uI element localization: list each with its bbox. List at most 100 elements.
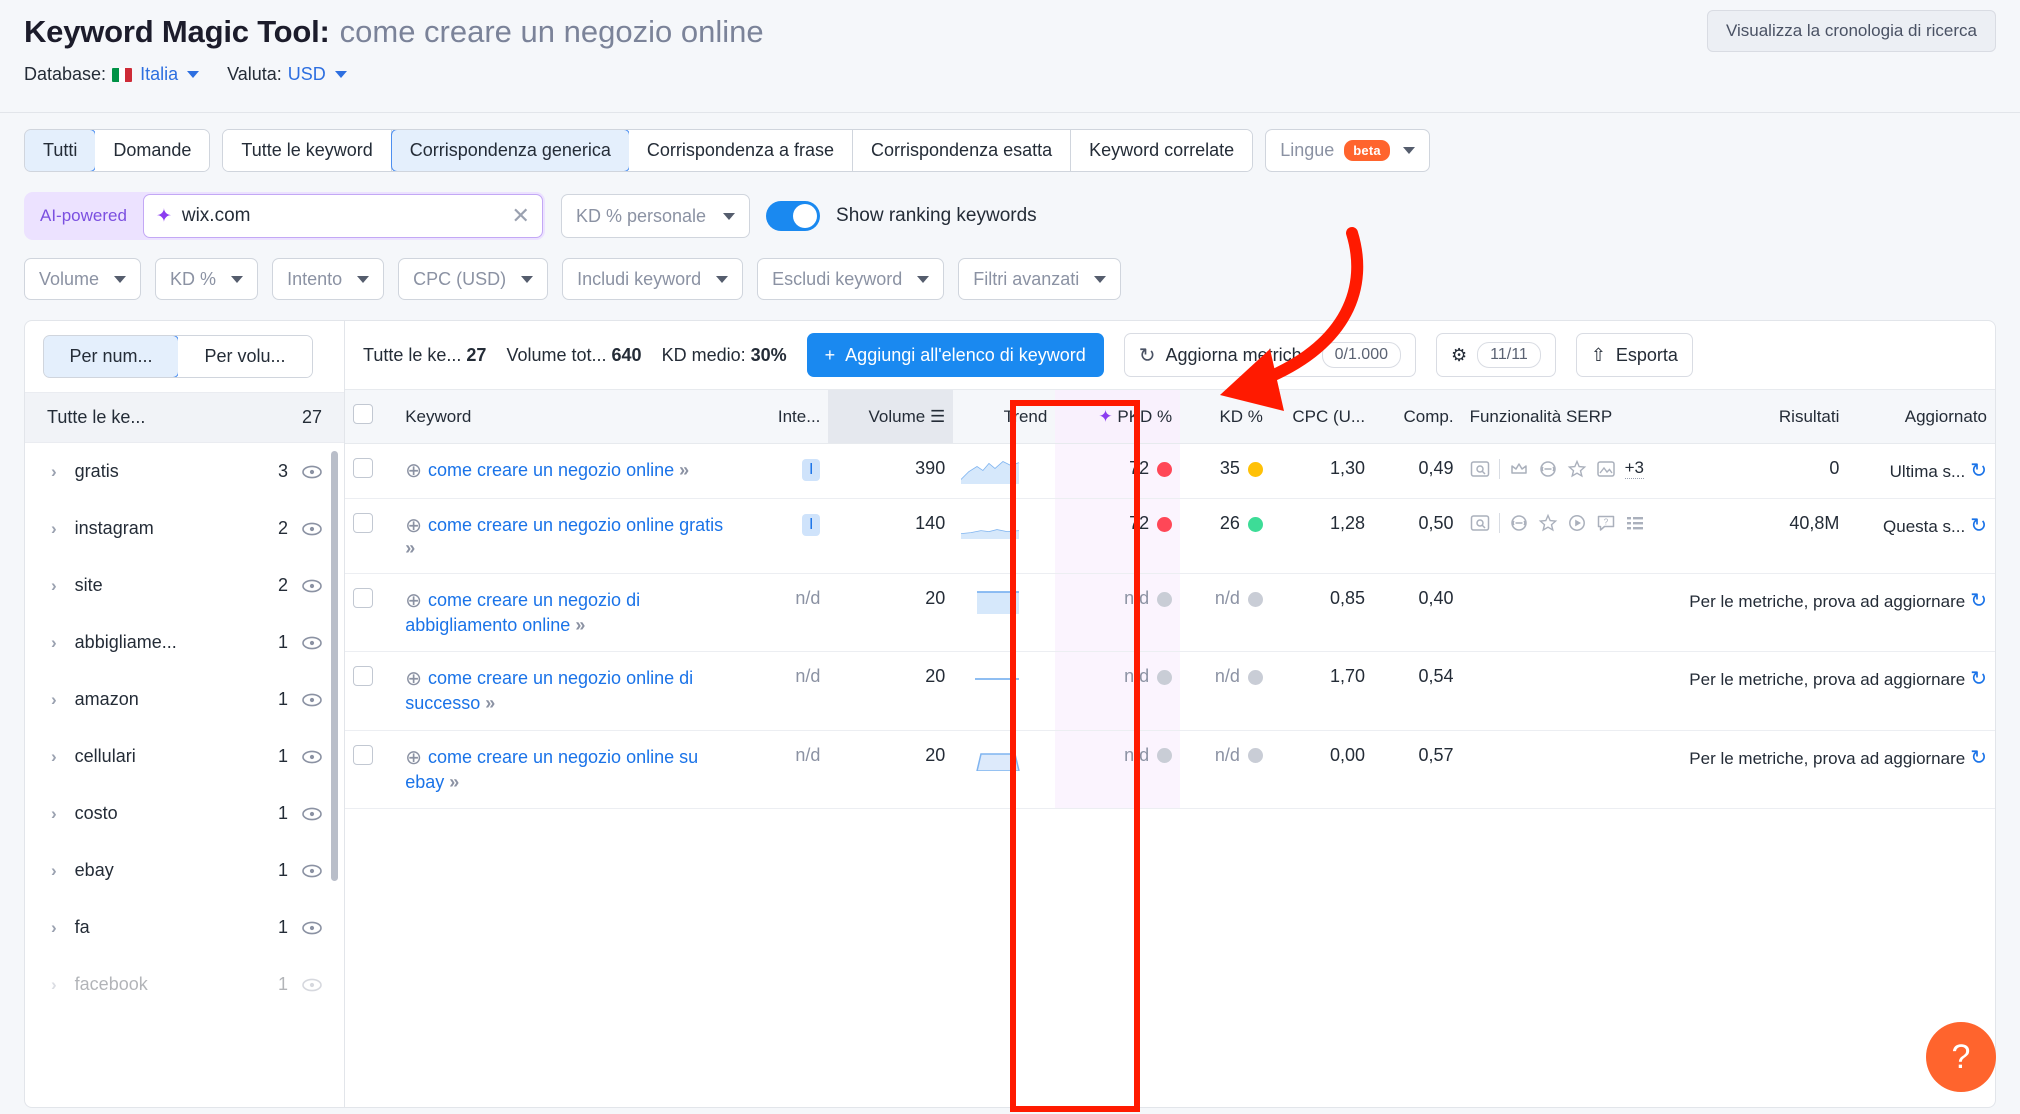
tab-tutte-le-keyword[interactable]: Tutte le keyword	[223, 130, 391, 171]
refresh-icon[interactable]: ↻	[1970, 515, 1987, 537]
row-checkbox[interactable]	[353, 745, 373, 765]
domain-input-wrapper[interactable]: ✦ wix.com ✕	[143, 194, 543, 238]
filter-avanzati[interactable]: Filtri avanzati	[958, 258, 1121, 300]
table-row[interactable]: ⊕come creare un negozio online gratis » …	[345, 499, 1995, 574]
sidebar-item-abbigliamento[interactable]: › abbigliame... 1	[25, 614, 344, 671]
select-all-checkbox[interactable]	[353, 404, 373, 424]
eye-icon[interactable]	[302, 522, 322, 536]
header-serp-features[interactable]: Funzionalità SERP	[1462, 390, 1723, 444]
filter-volume[interactable]: Volume	[24, 258, 141, 300]
sidebar-item-count: 1	[278, 689, 288, 710]
personal-kd-select[interactable]: KD % personale	[561, 194, 750, 238]
add-keyword-icon[interactable]: ⊕	[405, 590, 422, 612]
sidebar-tab-per-volume[interactable]: Per volu...	[178, 336, 312, 377]
table-row[interactable]: ⊕come creare un negozio online » I 390 7…	[345, 444, 1995, 499]
expand-icon[interactable]: »	[449, 772, 457, 792]
filter-escludi-keyword[interactable]: Escludi keyword	[757, 258, 944, 300]
refresh-icon[interactable]: ↻	[1970, 460, 1987, 482]
header-volume-label: Volume	[869, 407, 926, 426]
domain-input[interactable]: wix.com	[182, 205, 496, 227]
tab-corrispondenza-generica[interactable]: Corrispondenza generica	[391, 129, 630, 172]
currency-selector[interactable]: Valuta: USD	[227, 64, 347, 85]
update-metrics-button[interactable]: ↻ Aggiorna metriche 0/1.000	[1124, 333, 1416, 377]
keyword-link[interactable]: come creare un negozio online gratis	[428, 515, 723, 535]
close-icon[interactable]: ✕	[506, 203, 530, 229]
sidebar-item-ebay[interactable]: › ebay 1	[25, 842, 344, 899]
row-checkbox[interactable]	[353, 458, 373, 478]
tab-corrispondenza-a-frase[interactable]: Corrispondenza a frase	[629, 130, 853, 171]
column-settings-button[interactable]: ⚙ 11/11	[1436, 333, 1556, 377]
header-comp[interactable]: Comp.	[1373, 390, 1462, 444]
keyword-link[interactable]: come creare un negozio online di success…	[405, 668, 693, 713]
sidebar-item-all-keywords[interactable]: Tutte le ke... 27	[25, 392, 344, 443]
refresh-icon[interactable]: ↻	[1970, 747, 1987, 769]
sidebar-item-instagram[interactable]: › instagram 2	[25, 500, 344, 557]
sidebar-item-fa[interactable]: › fa 1	[25, 899, 344, 956]
eye-icon[interactable]	[302, 693, 322, 707]
eye-icon[interactable]	[302, 465, 322, 479]
eye-icon[interactable]	[302, 750, 322, 764]
refresh-icon[interactable]: ↻	[1970, 668, 1987, 690]
sidebar-item-gratis[interactable]: › gratis 3	[25, 443, 344, 500]
header-intent[interactable]: Inte...	[738, 390, 829, 444]
show-ranking-keywords-toggle[interactable]	[766, 201, 820, 231]
sidebar-sort-segment: Per num... Per volu...	[43, 335, 313, 378]
refresh-icon[interactable]: ↻	[1970, 590, 1987, 612]
serp-more-link[interactable]: +3	[1625, 458, 1644, 479]
add-keyword-icon[interactable]: ⊕	[405, 515, 422, 537]
sidebar-item-facebook[interactable]: › facebook 1	[25, 956, 344, 1013]
sidebar-tab-per-numero[interactable]: Per num...	[43, 335, 179, 378]
eye-icon[interactable]	[302, 807, 322, 821]
filter-intento[interactable]: Intento	[272, 258, 384, 300]
table-row[interactable]: ⊕come creare un negozio online di succes…	[345, 652, 1995, 730]
sidebar-scrollbar[interactable]	[331, 451, 338, 881]
table-row[interactable]: ⊕come creare un negozio di abbigliamento…	[345, 574, 1995, 652]
intent-badge[interactable]: I	[802, 514, 820, 536]
tab-keyword-correlate[interactable]: Keyword correlate	[1071, 130, 1252, 171]
sidebar-item-amazon[interactable]: › amazon 1	[25, 671, 344, 728]
add-keyword-icon[interactable]: ⊕	[405, 668, 422, 690]
header-pkd[interactable]: ✦ PKD %	[1055, 390, 1180, 444]
add-to-keyword-list-button[interactable]: + Aggiungi all'elenco di keyword	[807, 333, 1104, 377]
table-row[interactable]: ⊕come creare un negozio online su ebay »…	[345, 730, 1995, 808]
add-keyword-icon[interactable]: ⊕	[405, 747, 422, 769]
keyword-link[interactable]: come creare un negozio online	[428, 460, 674, 480]
eye-icon[interactable]	[302, 978, 322, 992]
eye-icon[interactable]	[302, 921, 322, 935]
add-keyword-icon[interactable]: ⊕	[405, 460, 422, 482]
header-keyword[interactable]: Keyword	[397, 390, 737, 444]
sidebar-item-cellulari[interactable]: › cellulari 1	[25, 728, 344, 785]
keyword-link[interactable]: come creare un negozio di abbigliamento …	[405, 590, 640, 635]
expand-icon[interactable]: »	[405, 538, 413, 558]
eye-icon[interactable]	[302, 864, 322, 878]
tab-corrispondenza-esatta[interactable]: Corrispondenza esatta	[853, 130, 1071, 171]
header-volume[interactable]: Volume ☰	[828, 390, 953, 444]
row-checkbox[interactable]	[353, 666, 373, 686]
sidebar-item-costo[interactable]: › costo 1	[25, 785, 344, 842]
expand-icon[interactable]: »	[485, 693, 493, 713]
eye-icon[interactable]	[302, 636, 322, 650]
header-kd[interactable]: KD %	[1180, 390, 1271, 444]
filter-includi-keyword[interactable]: Includi keyword	[562, 258, 743, 300]
sidebar-item-site[interactable]: › site 2	[25, 557, 344, 614]
tab-domande[interactable]: Domande	[95, 130, 209, 171]
help-button[interactable]: ?	[1926, 1022, 1996, 1092]
languages-selector[interactable]: Lingue beta	[1265, 129, 1430, 172]
filter-kd[interactable]: KD %	[155, 258, 258, 300]
sidebar-item-count: 1	[278, 632, 288, 653]
tab-tutti[interactable]: Tutti	[24, 129, 96, 172]
row-checkbox[interactable]	[353, 588, 373, 608]
expand-icon[interactable]: »	[679, 460, 687, 480]
header-updated[interactable]: Aggiornato	[1847, 390, 1995, 444]
header-results[interactable]: Risultati	[1723, 390, 1848, 444]
expand-icon[interactable]: »	[575, 615, 583, 635]
search-history-button[interactable]: Visualizza la cronologia di ricerca	[1707, 10, 1996, 52]
row-checkbox[interactable]	[353, 513, 373, 533]
eye-icon[interactable]	[302, 579, 322, 593]
database-selector[interactable]: Database: Italia	[24, 64, 199, 85]
header-trend[interactable]: Trend	[953, 390, 1055, 444]
filter-cpc[interactable]: CPC (USD)	[398, 258, 548, 300]
header-cpc[interactable]: CPC (U...	[1271, 390, 1373, 444]
export-button[interactable]: ⇧ Esporta	[1576, 333, 1693, 377]
intent-badge[interactable]: I	[802, 459, 820, 481]
